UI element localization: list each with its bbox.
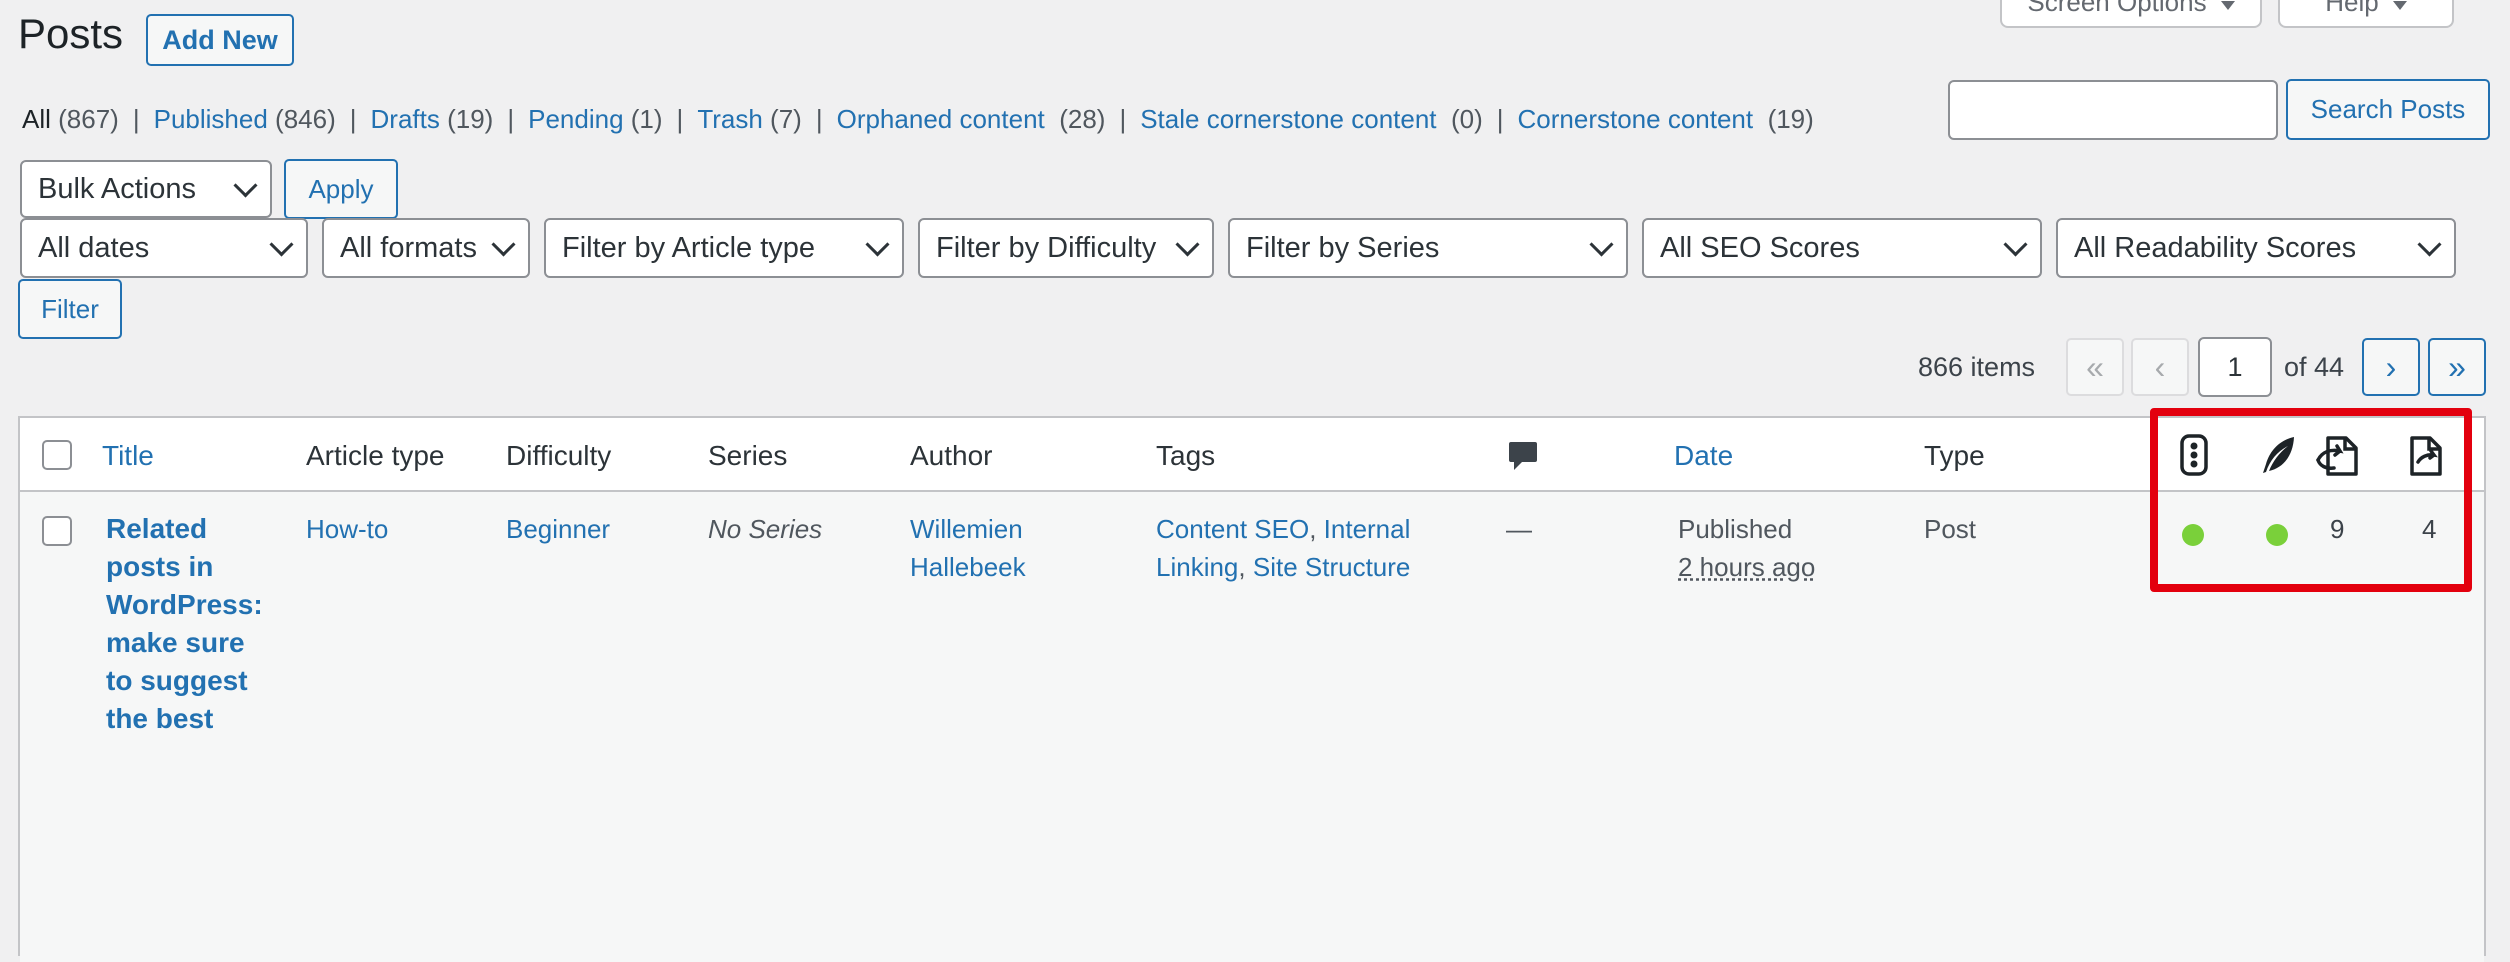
column-article-type: Article type <box>306 440 445 471</box>
next-page-button[interactable]: › <box>2362 338 2420 396</box>
view-orphaned-content[interactable]: Orphaned content (28) <box>837 104 1106 135</box>
page-title: Posts <box>18 10 124 57</box>
date-filter-select[interactable]: All dates <box>20 218 308 278</box>
post-type: Post <box>1924 514 1977 544</box>
posts-table: Title Article type Difficulty Series Aut… <box>18 416 2486 962</box>
select-all-checkbox[interactable] <box>42 440 72 470</box>
chevron-down-icon <box>491 231 516 257</box>
column-type: Type <box>1924 440 1985 471</box>
last-page-button[interactable]: » <box>2428 338 2486 396</box>
chevron-down-icon <box>269 231 294 257</box>
series-filter-select[interactable]: Filter by Series <box>1228 218 1628 278</box>
bulk-actions-select[interactable]: Bulk Actions <box>20 160 272 218</box>
row-checkbox[interactable] <box>42 516 72 546</box>
comments-count: — <box>1506 514 1532 544</box>
search-posts-button[interactable]: Search Posts <box>2286 79 2490 140</box>
date-cell: Published 2 hours ago <box>1678 510 1815 586</box>
view-trash[interactable]: Trash (7) <box>697 104 802 135</box>
article-type-link[interactable]: How-to <box>306 510 388 548</box>
total-pages: of 44 <box>2284 352 2345 382</box>
chevron-down-icon <box>2417 231 2442 257</box>
tags-list: Content SEO, Internal Linking, Site Stru… <box>1156 514 1411 582</box>
chevron-down-icon <box>1175 231 1200 257</box>
author-link[interactable]: Willemien Hallebeek <box>910 510 1026 586</box>
tag-link[interactable]: Content SEO <box>1156 514 1309 544</box>
first-page-button[interactable]: « <box>2066 338 2124 396</box>
search-input[interactable] <box>1948 80 2278 140</box>
screen-options-label: Screen Options <box>2027 0 2207 17</box>
post-date: 2 hours ago <box>1678 552 1816 582</box>
column-title[interactable]: Title <box>102 440 154 472</box>
view-pending[interactable]: Pending (1) <box>528 104 662 135</box>
chevron-down-icon <box>865 231 890 257</box>
view-all[interactable]: All (867) <box>22 104 119 135</box>
items-count: 866 items <box>1918 352 2036 382</box>
readability-score-filter-select[interactable]: All Readability Scores <box>2056 218 2456 278</box>
view-stale-cornerstone[interactable]: Stale cornerstone content (0) <box>1140 104 1483 135</box>
post-status: Published <box>1678 514 1793 544</box>
article-type-filter-select[interactable]: Filter by Article type <box>544 218 904 278</box>
column-difficulty: Difficulty <box>506 440 612 471</box>
add-new-button[interactable]: Add New <box>146 14 294 66</box>
difficulty-link[interactable]: Beginner <box>506 510 610 548</box>
help-label: Help <box>2325 0 2379 17</box>
caret-down-icon <box>2392 1 2407 10</box>
column-date[interactable]: Date <box>1674 440 1733 472</box>
format-filter-select[interactable]: All formats <box>322 218 530 278</box>
chevron-down-icon <box>1589 231 1614 257</box>
view-cornerstone[interactable]: Cornerstone content (19) <box>1518 104 1814 135</box>
help-tab[interactable]: Help <box>2278 0 2454 28</box>
difficulty-filter-select[interactable]: Filter by Difficulty <box>918 218 1214 278</box>
column-series: Series <box>708 440 788 471</box>
screen-options-tab[interactable]: Screen Options <box>2000 0 2262 28</box>
filter-button[interactable]: Filter <box>18 279 122 339</box>
chevron-down-icon <box>2003 231 2028 257</box>
apply-button[interactable]: Apply <box>284 159 398 219</box>
tag-link[interactable]: Site Structure <box>1253 552 1411 582</box>
series-value: No Series <box>708 514 823 544</box>
column-author: Author <box>910 440 993 471</box>
chevron-down-icon <box>233 172 258 198</box>
comment-bubble-icon <box>1508 440 1538 477</box>
previous-page-button[interactable]: ‹ <box>2131 338 2189 396</box>
caret-down-icon <box>2220 1 2235 10</box>
post-title-link[interactable]: Related posts in WordPress: make sure to… <box>106 510 278 738</box>
post-status-views: All (867) | Published (846) | Drafts (19… <box>22 104 1814 135</box>
seo-score-filter-select[interactable]: All SEO Scores <box>1642 218 2042 278</box>
view-drafts[interactable]: Drafts (19) <box>371 104 494 135</box>
highlight-box <box>2150 408 2472 592</box>
view-published[interactable]: Published (846) <box>154 104 336 135</box>
current-page-input[interactable]: 1 <box>2198 337 2272 397</box>
column-tags: Tags <box>1156 440 1216 471</box>
